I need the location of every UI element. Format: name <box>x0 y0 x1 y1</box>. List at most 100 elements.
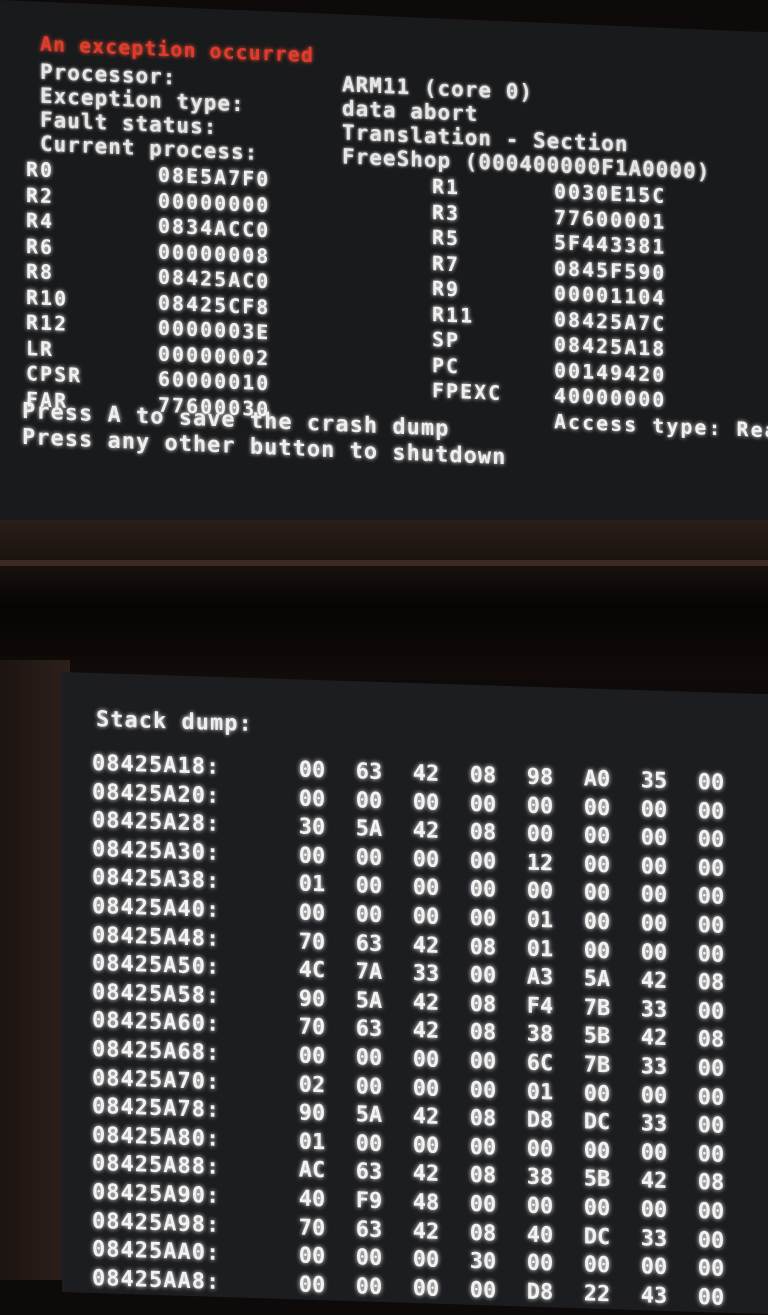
stack-dump-byte: 00 <box>697 1284 725 1311</box>
stack-dump-byte: 08 <box>697 970 725 996</box>
stack-dump-byte: 00 <box>298 1243 326 1270</box>
stack-dump-byte: 00 <box>526 793 554 820</box>
left-register-name: R2 <box>26 182 55 208</box>
stack-dump-byte: 00 <box>412 904 440 930</box>
stack-dump-byte: A3 <box>526 964 554 991</box>
stack-dump-byte: 00 <box>469 848 497 875</box>
stack-dump-address: 08425A20: <box>92 779 221 809</box>
stack-dump-byte: 42 <box>412 1218 440 1245</box>
stack-dump-byte: 63 <box>355 930 383 957</box>
stack-dump-byte: 00 <box>697 1055 725 1082</box>
stack-dump-byte: 98 <box>526 764 554 791</box>
stack-dump-byte: 00 <box>469 1191 497 1218</box>
bottom-bezel <box>0 660 70 1280</box>
stack-dump-address: 08425A50: <box>92 951 221 981</box>
stack-dump-byte: 00 <box>697 855 725 882</box>
left-register-value: 08425CF8 <box>158 290 271 319</box>
stack-dump-address: 08425A88: <box>92 1151 221 1181</box>
stack-dump-address: 08425A80: <box>92 1122 221 1152</box>
stack-dump-byte: 00 <box>412 1075 440 1102</box>
stack-dump-byte: 00 <box>583 1138 611 1165</box>
stack-dump-byte: 00 <box>697 884 725 911</box>
stack-dump-byte: 42 <box>412 932 440 959</box>
stack-dump-byte: 42 <box>412 1018 440 1045</box>
stack-dump-byte: 00 <box>298 900 326 927</box>
left-register-name: R6 <box>26 233 55 259</box>
stack-dump-byte: 38 <box>526 1021 554 1048</box>
stack-dump-byte: 00 <box>355 873 383 900</box>
stack-dump-address: 08425AA0: <box>92 1237 221 1267</box>
stack-dump-byte: 7B <box>583 995 611 1022</box>
left-register-value: 0000003E <box>158 315 271 345</box>
stack-dump-address: 08425A48: <box>92 922 221 952</box>
stack-dump-byte: 00 <box>583 909 611 936</box>
stack-dump-byte: 00 <box>298 757 326 784</box>
stack-dump-byte: 00 <box>355 1073 383 1100</box>
stack-dump-byte: 63 <box>355 759 383 786</box>
stack-dump-byte: 40 <box>526 1222 554 1249</box>
stack-dump-byte: 00 <box>355 787 383 814</box>
hinge-edge <box>0 560 768 566</box>
stack-dump-byte: 63 <box>355 1016 383 1043</box>
stack-dump-address: 08425A68: <box>92 1036 221 1066</box>
stack-dump-byte: 5A <box>355 988 383 1014</box>
stack-dump-byte: 01 <box>526 936 554 963</box>
stack-dump-byte: 00 <box>697 827 725 853</box>
right-register-name: PC <box>432 352 461 378</box>
left-register-name: CPSR <box>26 361 83 388</box>
stack-dump-byte: 70 <box>298 1014 326 1041</box>
stack-dump-byte: 42 <box>412 1161 440 1188</box>
stack-dump-byte: 00 <box>697 798 725 825</box>
stack-dump-byte: 42 <box>640 1025 668 1052</box>
stack-dump-byte: 08 <box>469 991 497 1018</box>
stack-dump-byte: 00 <box>355 902 383 929</box>
stack-dump-byte: 00 <box>640 882 668 909</box>
stack-dump-byte: 00 <box>412 875 440 902</box>
stack-dump-byte: 00 <box>298 1272 326 1299</box>
stack-dump-byte: 00 <box>640 853 668 880</box>
stack-dump-byte: 08 <box>469 762 497 789</box>
stack-dump-byte: 08 <box>697 1027 725 1054</box>
stack-dump-byte: 00 <box>583 1195 611 1222</box>
stack-dump-byte: 00 <box>640 825 668 852</box>
stack-dump-byte: 00 <box>640 1254 668 1281</box>
stack-dump-byte: 00 <box>697 998 725 1025</box>
stack-dump-byte: 42 <box>640 968 668 995</box>
stack-dump-byte: 00 <box>469 1277 497 1304</box>
stack-dump-byte: 00 <box>355 1245 383 1272</box>
stack-dump-byte: 00 <box>526 1250 554 1277</box>
stack-dump-address: 08425A28: <box>92 808 221 838</box>
stack-dump-address: 08425A90: <box>92 1179 221 1209</box>
stack-dump-byte: 6C <box>526 1050 554 1077</box>
stack-dump-byte: 43 <box>640 1282 668 1309</box>
stack-dump-byte: 33 <box>640 1225 668 1252</box>
stack-dump-byte: 33 <box>412 961 440 988</box>
left-register-name: LR <box>26 335 55 361</box>
stack-dump-byte: 00 <box>355 1045 383 1072</box>
stack-dump-byte: 00 <box>583 823 611 850</box>
stack-dump-byte: 00 <box>469 791 497 818</box>
exception-panel: An exception occurred Processor: ARM11 (… <box>22 23 768 544</box>
stack-dump-byte: D8 <box>526 1107 554 1134</box>
stack-dump-byte: 00 <box>583 880 611 907</box>
right-register-value: 08425A7C <box>554 306 667 336</box>
stack-dump-byte: 35 <box>640 768 668 795</box>
stack-dump-byte: 70 <box>298 1215 326 1241</box>
stack-dump-address: 08425A58: <box>92 979 221 1009</box>
stack-dump-byte: 00 <box>640 1082 668 1109</box>
stack-dump-byte: 00 <box>526 878 554 905</box>
stack-dump-byte: 08 <box>469 1220 497 1247</box>
stack-dump-title: Stack dump: <box>96 707 253 737</box>
stack-dump-byte: 00 <box>697 769 725 796</box>
stack-dump-byte: 63 <box>355 1216 383 1243</box>
stack-dump-byte: F9 <box>355 1188 383 1215</box>
stack-dump-byte: 08 <box>469 934 497 961</box>
right-register-name: SP <box>432 327 461 353</box>
stack-dump-byte: 4C <box>298 957 326 984</box>
stack-dump-byte: 08 <box>469 1020 497 1047</box>
stack-dump-byte: A0 <box>583 766 611 793</box>
stack-dump-byte: 00 <box>526 1136 554 1163</box>
left-register-name: R12 <box>26 310 69 336</box>
stack-dump-byte: 00 <box>412 789 440 816</box>
right-register-name: R11 <box>432 301 475 328</box>
